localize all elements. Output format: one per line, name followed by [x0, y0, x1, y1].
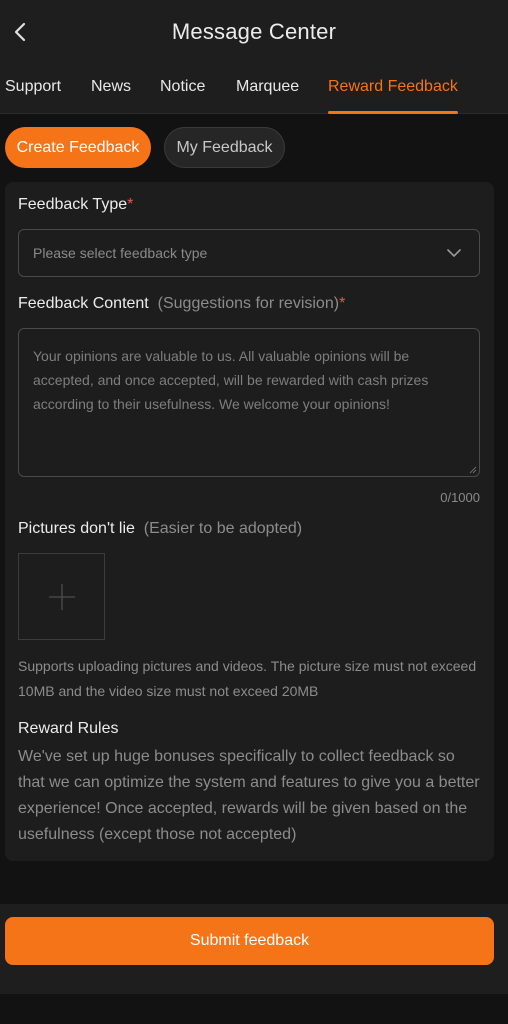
page-title: Message Center [171, 19, 337, 44]
character-counter: 0/1000 [440, 490, 480, 505]
tab-news[interactable]: News [91, 78, 131, 96]
upload-note: Supports uploading pictures and videos. … [18, 658, 477, 699]
pictures-hint: (Easier to be adopted) [143, 520, 303, 537]
required-mark: * [127, 196, 134, 213]
feedback-content-placeholder: Your opinions are valuable to us. All va… [33, 348, 429, 412]
required-mark: * [339, 295, 346, 312]
plus-icon [48, 583, 75, 610]
feedback-content-hint: (Suggestions for revision) [157, 295, 340, 312]
chevron-left-icon [14, 22, 26, 42]
create-feedback-tab[interactable]: Create Feedback [5, 127, 151, 168]
tab-marquee[interactable]: Marquee [236, 78, 299, 96]
back-button[interactable] [4, 14, 36, 50]
active-tab-indicator [328, 111, 458, 114]
upload-picture-button[interactable] [18, 553, 105, 640]
feedback-content-label-text: Feedback Content [18, 295, 149, 312]
header-bar: Message Center [0, 0, 508, 64]
feedback-type-label: Feedback Type* [18, 196, 133, 214]
pictures-label: Pictures don't lie (Easier to be adopted… [18, 520, 302, 538]
tab-support[interactable]: Support [5, 78, 61, 96]
pictures-label-text: Pictures don't lie [18, 520, 135, 537]
tab-notice[interactable]: Notice [160, 78, 205, 96]
feedback-content-textarea[interactable]: Your opinions are valuable to us. All va… [18, 328, 480, 477]
my-feedback-tab[interactable]: My Feedback [164, 127, 285, 168]
reward-rules-text: We've set up huge bonuses specifically t… [18, 748, 480, 843]
feedback-content-label: Feedback Content (Suggestions for revisi… [18, 295, 345, 313]
reward-rules-title: Reward Rules [18, 720, 119, 737]
tab-bar: Support News Notice Marquee Reward Feedb… [0, 64, 508, 114]
chevron-down-icon [447, 249, 461, 257]
resize-handle-icon[interactable] [469, 466, 477, 474]
submit-feedback-button[interactable]: Submit feedback [5, 917, 494, 965]
tab-reward-feedback[interactable]: Reward Feedback [328, 78, 458, 96]
feedback-type-select[interactable]: Please select feedback type [18, 229, 480, 277]
feedback-type-placeholder: Please select feedback type [33, 245, 208, 261]
feedback-type-label-text: Feedback Type [18, 196, 128, 213]
